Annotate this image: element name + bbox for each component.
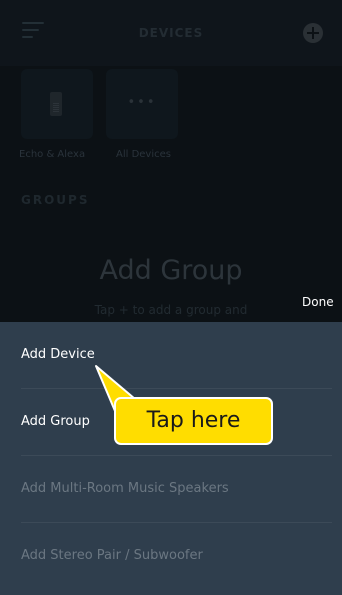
device-tile-echo-label: Echo & Alexa [19,149,86,160]
devices-screen: DEVICES Echo & Alexa ••• All Devices GRO… [0,0,342,595]
add-options-sheet: Add Device Add Group Add Multi-Room Musi… [0,322,342,595]
empty-groups-title: Add Group [99,255,243,286]
add-multi-room-speakers-option[interactable]: Add Multi-Room Music Speakers [21,456,332,523]
tap-here-callout: Tap here [114,397,273,445]
device-tile-all-label: All Devices [116,149,171,160]
add-device-option[interactable]: Add Device [21,322,332,389]
plus-circle-icon[interactable] [303,23,323,43]
device-tile-echo[interactable] [21,69,93,139]
done-button[interactable]: Done [302,295,334,309]
echo-speaker-icon [50,92,62,116]
empty-groups-hint: Tap + to add a group and [94,303,248,317]
top-bar: DEVICES [0,0,342,66]
ellipsis-icon: ••• [127,95,157,110]
page-title: DEVICES [138,26,204,40]
add-stereo-pair-option[interactable]: Add Stereo Pair / Subwoofer [21,523,332,589]
device-tile-all[interactable]: ••• [106,69,178,139]
groups-heading: GROUPS [21,193,90,207]
